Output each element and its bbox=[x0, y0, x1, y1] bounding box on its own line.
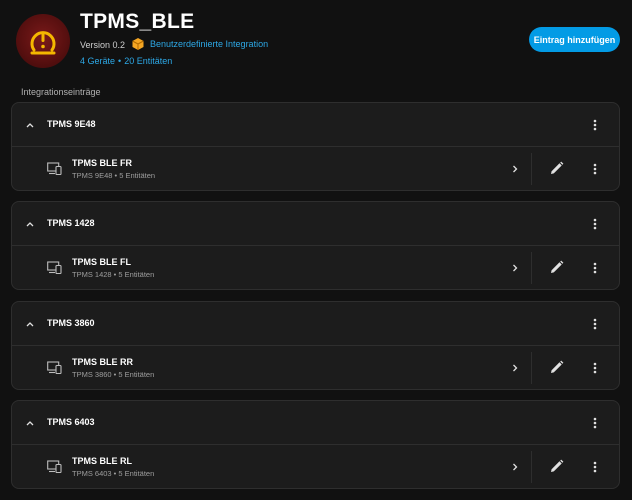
custom-integration-badge[interactable]: Benutzerdefinierte Integration bbox=[131, 37, 268, 51]
device-name: TPMS BLE FL bbox=[72, 257, 131, 267]
pencil-icon[interactable] bbox=[549, 459, 564, 474]
config-entry-card: TPMS 3860 TPMS BLE RR TPMS 3860 • 5 Enti… bbox=[11, 301, 620, 390]
package-icon bbox=[131, 37, 145, 51]
config-entry-title: TPMS 6403 bbox=[47, 417, 95, 427]
overflow-menu-icon[interactable] bbox=[587, 161, 603, 177]
chevron-up-icon[interactable] bbox=[24, 318, 36, 330]
device-name: TPMS BLE FR bbox=[72, 158, 132, 168]
overflow-menu-icon[interactable] bbox=[587, 117, 603, 133]
device-row[interactable]: TPMS BLE RL TPMS 6403 • 5 Entitäten bbox=[12, 445, 619, 489]
divider bbox=[531, 153, 532, 185]
config-entry-header[interactable]: TPMS 1428 bbox=[12, 202, 619, 246]
overflow-menu-icon[interactable] bbox=[587, 316, 603, 332]
divider bbox=[531, 252, 532, 284]
device-subtitle: TPMS 6403 • 5 Entitäten bbox=[72, 469, 155, 478]
overflow-menu-icon[interactable] bbox=[587, 260, 603, 276]
config-entry-title: TPMS 1428 bbox=[47, 218, 95, 228]
divider bbox=[531, 451, 532, 483]
device-name: TPMS BLE RR bbox=[72, 357, 134, 367]
config-entry-title: TPMS 3860 bbox=[47, 318, 95, 328]
chevron-right-icon[interactable] bbox=[509, 461, 521, 473]
device-subtitle: TPMS 3860 • 5 Entitäten bbox=[72, 370, 155, 379]
device-row[interactable]: TPMS BLE FR TPMS 9E48 • 5 Entitäten bbox=[12, 147, 619, 191]
section-title: Integrationseinträge bbox=[21, 87, 101, 97]
device-row[interactable]: TPMS BLE RR TPMS 3860 • 5 Entitäten bbox=[12, 346, 619, 390]
config-entry-card: TPMS 6403 TPMS BLE RL TPMS 6403 • 5 Enti… bbox=[11, 400, 620, 489]
custom-integration-link[interactable]: Benutzerdefinierte Integration bbox=[150, 39, 268, 49]
add-entry-button[interactable]: Eintrag hinzufügen bbox=[529, 27, 620, 52]
divider bbox=[531, 352, 532, 384]
chevron-right-icon[interactable] bbox=[509, 262, 521, 274]
devices-icon bbox=[47, 261, 62, 274]
config-entry-card: TPMS 1428 TPMS BLE FL TPMS 1428 • 5 Enti… bbox=[11, 201, 620, 290]
integration-version: Version 0.2 bbox=[80, 40, 126, 50]
device-subtitle: TPMS 1428 • 5 Entitäten bbox=[72, 270, 155, 279]
devices-icon bbox=[47, 162, 62, 175]
integration-title: TPMS_BLE bbox=[80, 10, 195, 33]
config-entry-header[interactable]: TPMS 3860 bbox=[12, 302, 619, 346]
overflow-menu-icon[interactable] bbox=[587, 360, 603, 376]
device-subtitle: TPMS 9E48 • 5 Entitäten bbox=[72, 171, 156, 180]
overflow-menu-icon[interactable] bbox=[587, 415, 603, 431]
separator-dot: • bbox=[118, 56, 122, 66]
config-entry-header[interactable]: TPMS 6403 bbox=[12, 401, 619, 445]
pencil-icon[interactable] bbox=[549, 360, 564, 375]
devices-icon bbox=[47, 460, 62, 473]
integration-header: TPMS_BLE Version 0.2 Benutzerdefinierte … bbox=[0, 0, 632, 82]
overflow-menu-icon[interactable] bbox=[587, 216, 603, 232]
chevron-up-icon[interactable] bbox=[24, 218, 36, 230]
chevron-up-icon[interactable] bbox=[24, 417, 36, 429]
device-row[interactable]: TPMS BLE FL TPMS 1428 • 5 Entitäten bbox=[12, 246, 619, 290]
config-entry-header[interactable]: TPMS 9E48 bbox=[12, 103, 619, 147]
entities-link[interactable]: 20 Entitäten bbox=[124, 56, 172, 66]
pencil-icon[interactable] bbox=[549, 260, 564, 275]
config-entry-card: TPMS 9E48 TPMS BLE FR TPMS 9E48 • 5 Enti… bbox=[11, 102, 620, 191]
chevron-right-icon[interactable] bbox=[509, 362, 521, 374]
integration-summary-links: 4 Geräte • 20 Entitäten bbox=[80, 56, 172, 66]
overflow-menu-icon[interactable] bbox=[587, 459, 603, 475]
tire-pressure-warning-icon bbox=[16, 14, 70, 68]
config-entry-title: TPMS 9E48 bbox=[47, 119, 96, 129]
pencil-icon[interactable] bbox=[549, 161, 564, 176]
device-name: TPMS BLE RL bbox=[72, 456, 132, 466]
chevron-up-icon[interactable] bbox=[24, 119, 36, 131]
devices-link[interactable]: 4 Geräte bbox=[80, 56, 115, 66]
devices-icon bbox=[47, 361, 62, 374]
chevron-right-icon[interactable] bbox=[509, 163, 521, 175]
